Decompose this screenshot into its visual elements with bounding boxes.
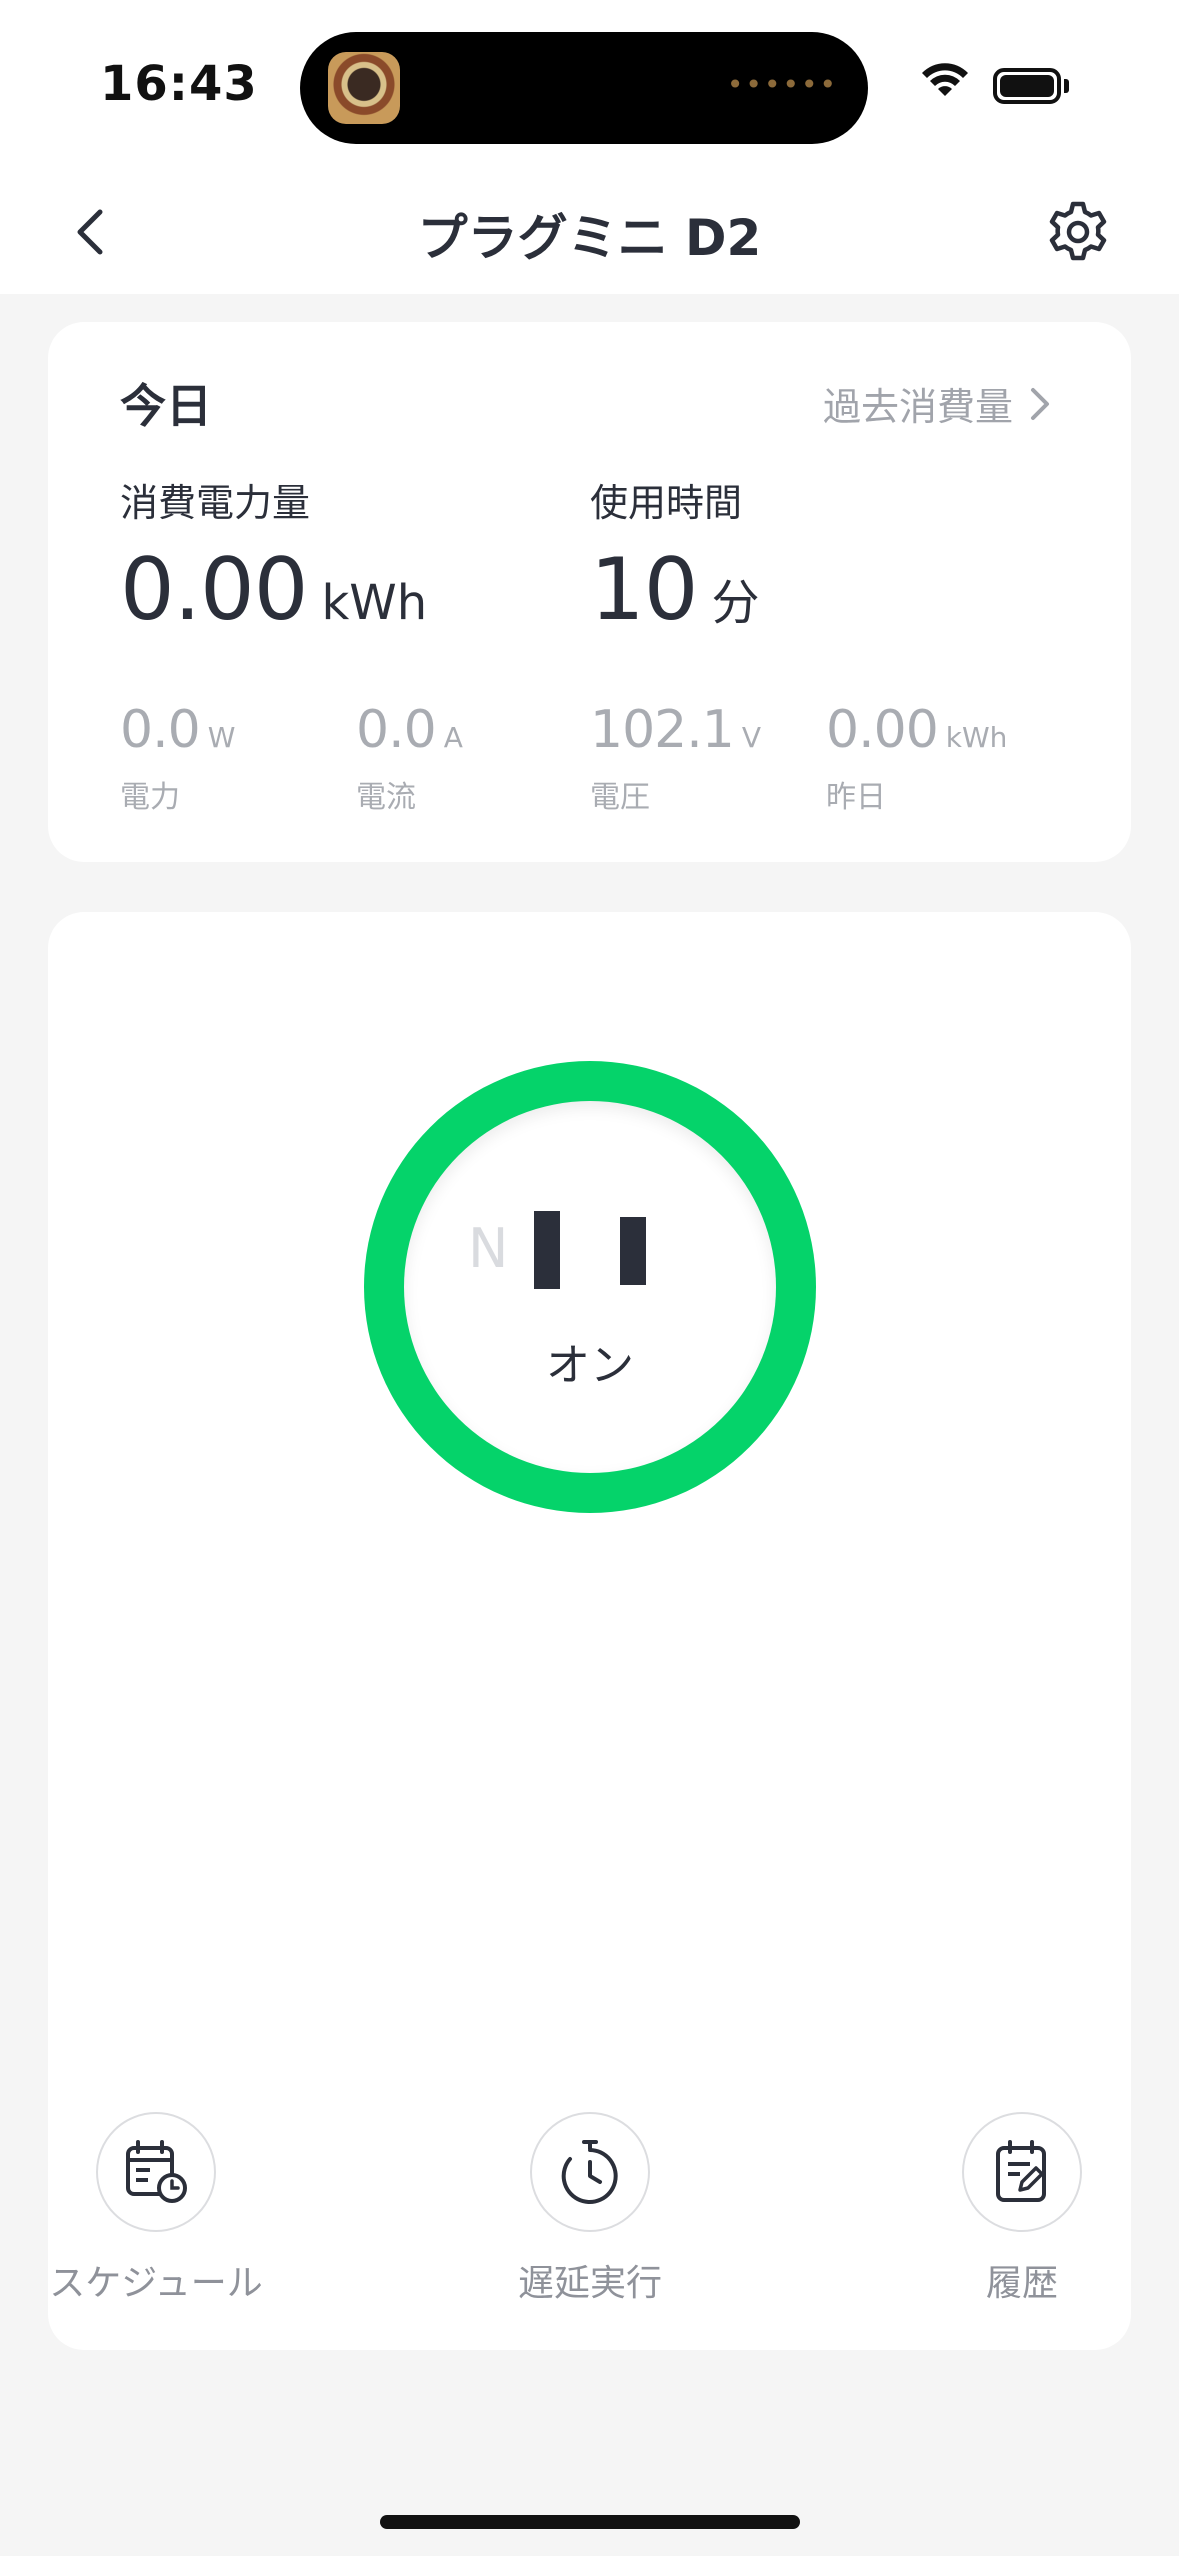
dynamic-island: •••••• [300, 32, 868, 144]
past-consumption-link[interactable]: 過去消費量 [823, 376, 1053, 431]
socket-prong-icon [620, 1217, 646, 1285]
socket-neutral-label: N [468, 1217, 509, 1280]
today-card: 今日 過去消費量 消費電力量 0.00 kWh 使用時間 10 分 0.0 W 電力 … [48, 322, 1131, 862]
stat-yesterday: 0.00 kWh 昨日 [826, 700, 1007, 816]
usage-time-unit: 分 [711, 575, 760, 631]
delayed-execution-button[interactable]: 遅延実行 [470, 2112, 710, 2306]
past-consumption-label: 過去消費量 [822, 385, 1013, 429]
control-card: N オン スケジュール 遅延実行 履歴 [48, 912, 1131, 2350]
usage-time-value: 10 分 [590, 540, 759, 640]
energy-unit: kWh [321, 575, 428, 631]
island-dots-icon: •••••• [726, 68, 838, 101]
stat-unit: V [741, 721, 762, 754]
action-icon-circle [96, 2112, 216, 2232]
action-label: 遅延実行 [517, 2263, 662, 2304]
stat-label: 昨日 [826, 780, 886, 815]
power-state-label: オン [546, 1340, 634, 1391]
history-button[interactable]: 履歴 [902, 2112, 1142, 2306]
energy-number: 0.00 [120, 540, 308, 640]
home-indicator [380, 2515, 800, 2529]
chevron-right-icon [1031, 387, 1049, 420]
power-toggle-inner: N オン [404, 1101, 776, 1473]
power-toggle-button[interactable]: N オン [364, 1061, 816, 1513]
action-label: 履歴 [985, 2263, 1058, 2304]
stat-power: 0.0 W 電力 [120, 700, 235, 816]
wifi-icon [922, 63, 968, 96]
gear-icon[interactable] [1042, 196, 1114, 268]
stat-unit: W [207, 721, 236, 754]
energy-label: 消費電力量 [120, 481, 311, 525]
stat-value: 0.0 [120, 700, 201, 760]
live-activity-thumbnail [328, 52, 400, 124]
battery-icon [993, 68, 1061, 104]
energy-value: 0.00 kWh [120, 540, 427, 640]
stat-voltage: 102.1 V 電圧 [590, 700, 761, 816]
page-title: プラグミニ D2 [417, 209, 762, 267]
status-time: 16:43 [100, 56, 258, 112]
history-notepad-icon [996, 2140, 1046, 2202]
status-bar: 16:43 •••••• [0, 0, 1179, 170]
stat-value: 102.1 [590, 700, 735, 760]
action-icon-circle [962, 2112, 1082, 2232]
schedule-button[interactable]: スケジュール [36, 2112, 276, 2306]
stat-current: 0.0 A 電流 [356, 700, 463, 816]
stat-unit: kWh [945, 721, 1008, 754]
nav-bar: プラグミニ D2 [0, 170, 1179, 294]
usage-time-number: 10 [590, 540, 698, 640]
socket-prong-icon [534, 1211, 560, 1289]
usage-time-label: 使用時間 [590, 481, 743, 525]
stat-label: 電力 [120, 780, 180, 815]
action-icon-circle [530, 2112, 650, 2232]
stat-label: 電流 [356, 780, 416, 815]
stat-value: 0.0 [356, 700, 437, 760]
stat-unit: A [443, 721, 463, 754]
schedule-calendar-icon [126, 2140, 187, 2203]
stat-value: 0.00 [826, 700, 939, 760]
today-title: 今日 [120, 379, 212, 433]
battery-nub [1064, 79, 1069, 93]
action-label: スケジュール [49, 2263, 263, 2304]
timer-icon [561, 2140, 618, 2204]
stat-label: 電圧 [590, 780, 650, 815]
